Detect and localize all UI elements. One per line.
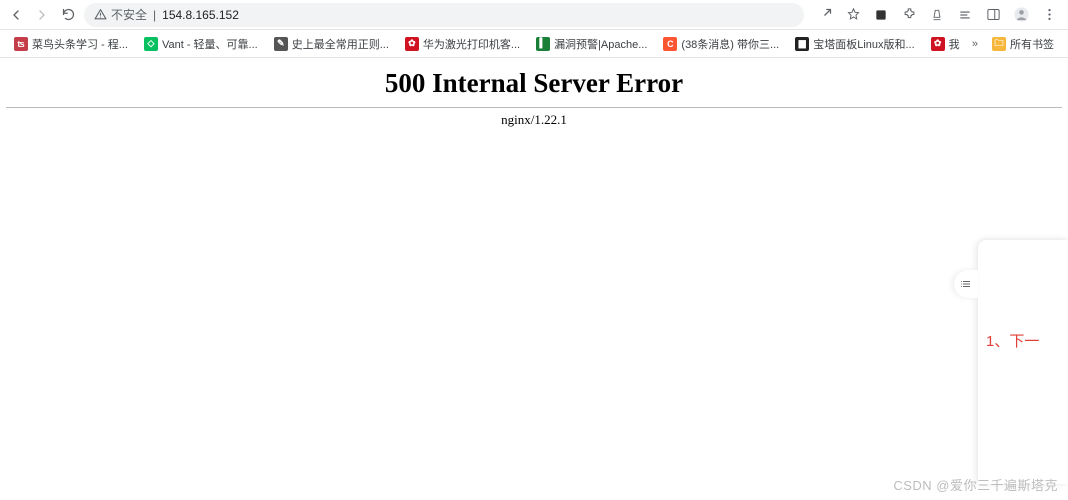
bookmark-item-0[interactable]: ʦ 菜鸟头条学习 - 程...: [8, 33, 134, 55]
bookmark-label: 史上最全常用正则...: [292, 36, 389, 52]
bookmark-favicon: ʦ: [14, 37, 28, 51]
bookmark-favicon: ▆: [795, 37, 809, 51]
share-icon[interactable]: [816, 6, 834, 24]
bookmark-favicon: C: [663, 37, 677, 51]
bookmark-label: 菜鸟头条学习 - 程...: [32, 36, 128, 52]
bookmark-favicon: ◇: [144, 37, 158, 51]
bookmark-favicon: ✎: [274, 37, 288, 51]
page-content: 500 Internal Server Error nginx/1.22.1: [0, 68, 1068, 128]
bookmark-item-6[interactable]: ▆ 宝塔面板Linux版和...: [789, 33, 920, 55]
all-bookmarks-button[interactable]: 🗀 所有书签: [986, 33, 1060, 55]
bookmark-label: (38条消息) 带你三...: [681, 36, 779, 52]
menu-icon[interactable]: [1040, 6, 1058, 24]
security-indicator[interactable]: 不安全: [94, 6, 147, 23]
reload-button[interactable]: [58, 5, 78, 25]
profile-icon[interactable]: [1012, 6, 1030, 24]
bookmark-favicon: ▍: [536, 37, 550, 51]
bookmarks-bar: ʦ 菜鸟头条学习 - 程... ◇ Vant - 轻量、可靠... ✎ 史上最全常用正则.…: [0, 30, 1068, 58]
error-heading: 500 Internal Server Error: [4, 68, 1064, 99]
forward-button[interactable]: [32, 5, 52, 25]
extensions-icon[interactable]: [900, 6, 918, 24]
side-panel-toggle[interactable]: [954, 270, 978, 298]
address-bar[interactable]: 不安全 | 154.8.165.152: [84, 3, 804, 27]
watermark-text: CSDN @爱你三千遍斯塔克: [893, 475, 1058, 494]
bookmark-item-4[interactable]: ▍ 漏洞预警|Apache...: [530, 33, 653, 55]
extension-icon-1[interactable]: [872, 6, 890, 24]
bookmark-favicon: ✿: [931, 37, 945, 51]
bookmark-label: 华为激光打印机客...: [423, 36, 520, 52]
security-label: 不安全: [111, 6, 147, 23]
floating-side-panel: 1、下一: [978, 240, 1068, 484]
all-bookmarks-label: 所有书签: [1010, 36, 1054, 52]
bookmark-star-icon[interactable]: [844, 6, 862, 24]
url-text: 154.8.165.152: [162, 8, 239, 22]
bookmark-label: Vant - 轻量、可靠...: [162, 36, 258, 52]
back-button[interactable]: [6, 5, 26, 25]
bookmark-item-1[interactable]: ◇ Vant - 轻量、可靠...: [138, 33, 264, 55]
side-panel-text: 1、下一: [978, 240, 1068, 351]
bookmark-favicon: ✿: [405, 37, 419, 51]
bookmarks-overflow-icon[interactable]: »: [968, 38, 982, 50]
extension-icon-2[interactable]: [928, 6, 946, 24]
bookmark-item-5[interactable]: C (38条消息) 带你三...: [657, 33, 785, 55]
bookmark-item-3[interactable]: ✿ 华为激光打印机客...: [399, 33, 526, 55]
bookmark-item-2[interactable]: ✎ 史上最全常用正则...: [268, 33, 395, 55]
extension-icon-3[interactable]: [956, 6, 974, 24]
browser-toolbar: 不安全 | 154.8.165.152: [0, 0, 1068, 30]
bookmark-label: 我的VPC-控制台: [949, 36, 960, 52]
divider: [6, 107, 1062, 108]
folder-icon: 🗀: [992, 37, 1006, 51]
bookmark-item-7[interactable]: ✿ 我的VPC-控制台: [925, 33, 960, 55]
list-icon: [960, 278, 972, 290]
side-panel-icon[interactable]: [984, 6, 1002, 24]
warning-icon: [94, 8, 107, 21]
bookmark-label: 宝塔面板Linux版和...: [813, 36, 914, 52]
server-signature: nginx/1.22.1: [4, 112, 1064, 128]
toolbar-actions: [816, 6, 1062, 24]
bookmark-label: 漏洞预警|Apache...: [554, 36, 647, 52]
url-separator: |: [153, 8, 156, 22]
